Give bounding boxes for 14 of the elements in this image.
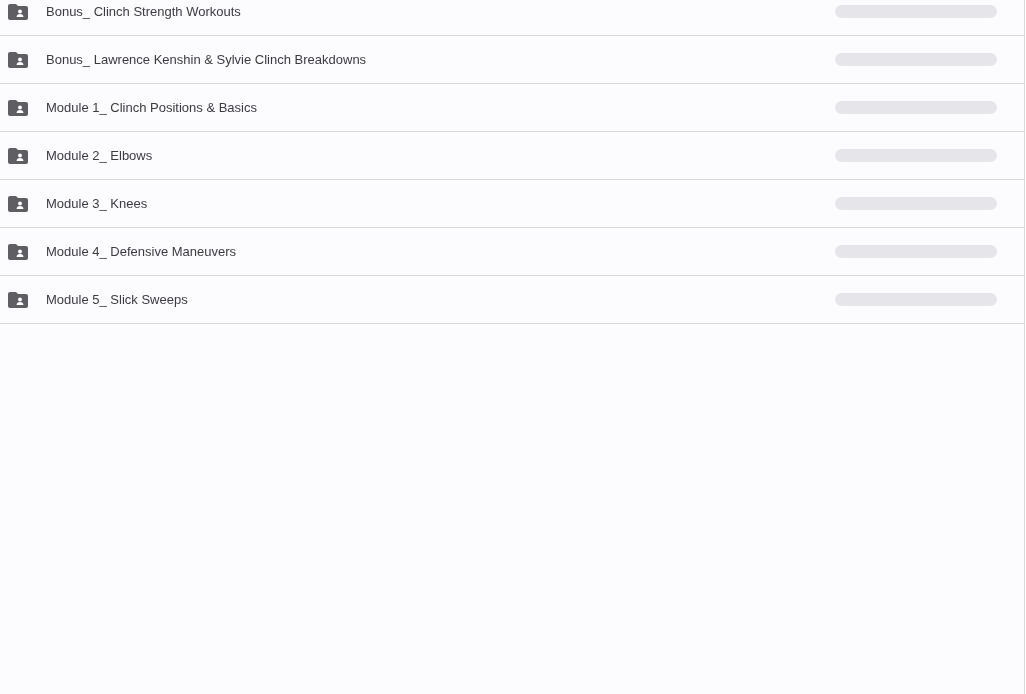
shared-folder-icon [8, 195, 28, 212]
shared-folder-icon [8, 147, 28, 164]
shared-folder-icon [8, 51, 28, 68]
folder-name[interactable]: Module 3_ Knees [46, 196, 835, 211]
folder-name[interactable]: Bonus_ Clinch Strength Workouts [46, 4, 835, 19]
folder-name[interactable]: Module 4_ Defensive Maneuvers [46, 244, 835, 259]
folder-name[interactable]: Module 2_ Elbows [46, 148, 835, 163]
shared-folder-icon [8, 99, 28, 116]
shared-folder-icon [8, 291, 28, 308]
folder-name[interactable]: Module 5_ Slick Sweeps [46, 292, 835, 307]
folder-name[interactable]: Module 1_ Clinch Positions & Basics [46, 100, 835, 115]
shared-folder-icon [8, 243, 28, 260]
shared-folder-icon [8, 3, 28, 20]
folder-name[interactable]: Bonus_ Lawrence Kenshin & Sylvie Clinch Breakdowns [46, 52, 835, 67]
